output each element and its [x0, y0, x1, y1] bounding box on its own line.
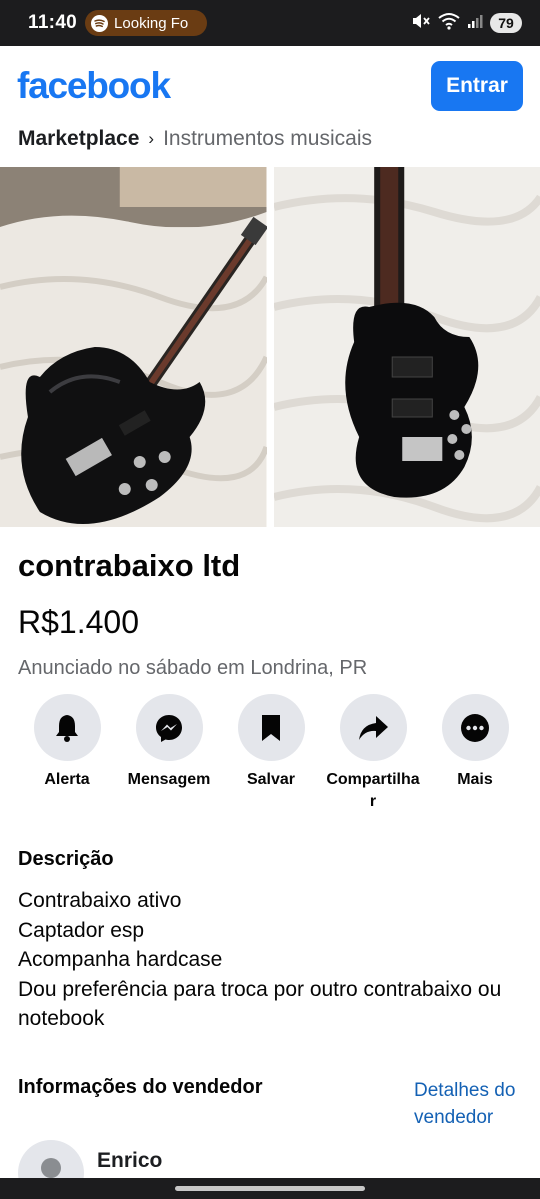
wifi-icon [438, 12, 460, 35]
home-gesture-handle[interactable] [175, 1186, 365, 1191]
status-time: 11:40 [28, 12, 78, 33]
login-button[interactable]: Entrar [431, 61, 523, 111]
share-button[interactable]: Compartilhar [322, 694, 424, 813]
share-icon [339, 694, 407, 761]
description-line: Dou preferência para troca por outro con… [18, 977, 502, 1031]
breadcrumb-category[interactable]: Instrumentos musicais [163, 127, 372, 151]
spotify-icon [91, 14, 109, 32]
share-label: Compartilhar [326, 771, 420, 810]
spotify-now-playing[interactable]: Looking Fo [85, 10, 208, 36]
mute-icon [411, 12, 431, 35]
navigation-bar [0, 1178, 540, 1199]
seller-name[interactable]: Enrico [97, 1149, 162, 1173]
more-label: Mais [457, 771, 493, 788]
description-line: Acompanha hardcase [18, 948, 223, 971]
signal-icon [467, 13, 483, 34]
bell-icon [33, 694, 101, 761]
description-line: Captador esp [18, 918, 145, 942]
description-line: Contrabaixo ativo [18, 889, 182, 912]
avatar-silhouette-icon [41, 1158, 61, 1178]
listing-photos [0, 167, 540, 527]
breadcrumb: Marketplace › Instrumentos musicais [18, 124, 372, 154]
status-bar: 11:40 Looking Fo 79 [0, 0, 540, 46]
battery-indicator: 79 [490, 13, 522, 33]
action-bar: Alerta Mensagem Salvar Compartilhar Mais [16, 694, 526, 813]
breadcrumb-separator: › [148, 129, 155, 148]
seller-heading: Informações do vendedor [18, 1076, 263, 1098]
description-heading: Descrição [18, 848, 114, 870]
save-button[interactable]: Salvar [220, 694, 322, 813]
listing-price: R$1.400 [18, 604, 139, 640]
more-icon [441, 694, 509, 761]
breadcrumb-marketplace[interactable]: Marketplace [18, 127, 139, 151]
listing-title: contrabaixo ltd [18, 548, 241, 583]
header: facebook Entrar [0, 46, 540, 126]
save-label: Salvar [246, 771, 296, 788]
seller-details-link[interactable]: Detalhes do vendedor [414, 1077, 529, 1131]
message-label: Mensagem [127, 771, 211, 788]
description-text: Contrabaixo ativo Captador esp Acompanha… [18, 886, 518, 1034]
listing-photo-1[interactable] [0, 167, 267, 527]
facebook-logo[interactable]: facebook [17, 65, 171, 107]
listing-photo-2[interactable] [273, 167, 540, 527]
alert-button[interactable]: Alerta [16, 694, 118, 813]
message-button[interactable]: Mensagem [118, 694, 220, 813]
alert-label: Alerta [44, 771, 90, 788]
bookmark-icon [237, 694, 305, 761]
more-button[interactable]: Mais [424, 694, 526, 813]
spotify-track: Looking Fo [114, 14, 189, 32]
listing-posted-info: Anunciado no sábado em Londrina, PR [18, 657, 368, 679]
messenger-icon [135, 694, 203, 761]
